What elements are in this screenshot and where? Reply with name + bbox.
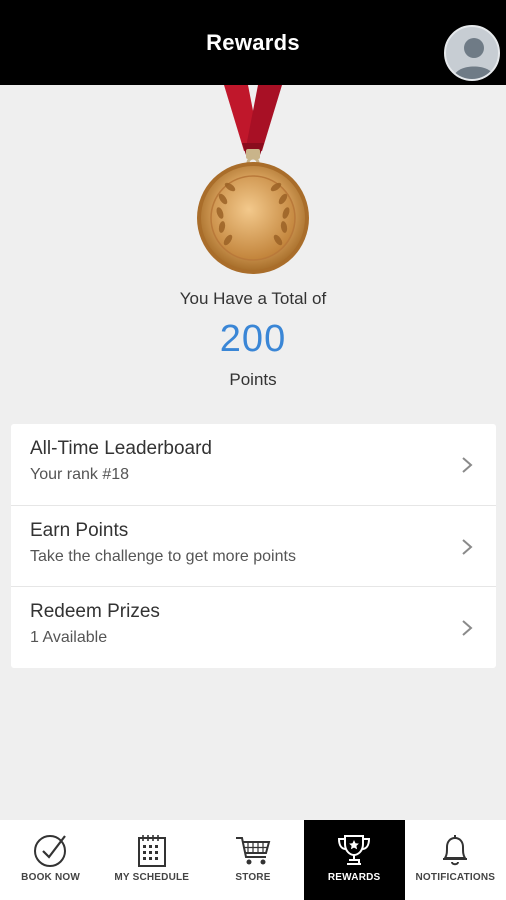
chevron-right-icon [462, 457, 473, 473]
medal-icon [197, 85, 309, 274]
tab-label: REWARDS [327, 872, 381, 883]
header-bar: Rewards [0, 0, 506, 85]
bell-icon [443, 835, 468, 866]
earn-points-title: Earn Points [30, 520, 129, 541]
tab-my-schedule[interactable]: MY SCHEDULE [101, 820, 202, 900]
check-circle-icon [33, 835, 66, 867]
points-label: You Have a Total of [179, 289, 327, 308]
avatar[interactable] [444, 25, 500, 81]
cart-icon [235, 837, 271, 865]
tab-label: STORE [235, 872, 271, 883]
chevron-right-icon [462, 620, 473, 636]
redeem-prizes-row[interactable]: Redeem Prizes 1 Available [11, 586, 496, 667]
leaderboard-row[interactable]: All-Time Leaderboard Your rank #18 [11, 424, 496, 505]
page-title: Rewards [206, 29, 300, 55]
tab-book-now[interactable]: BOOK NOW [0, 820, 101, 900]
points-unit: Points [229, 370, 277, 389]
chevron-right-icon [462, 539, 473, 555]
bottom-tab-bar: BOOK NOW MY SCHEDULE STORE REWARDS NOTIF… [0, 820, 506, 900]
leaderboard-subtitle: Your rank #18 [30, 466, 130, 483]
earn-points-subtitle: Take the challenge to get more points [30, 548, 296, 565]
tab-store[interactable]: STORE [202, 820, 303, 900]
redeem-prizes-subtitle: 1 Available [30, 629, 108, 646]
redeem-prizes-title: Redeem Prizes [30, 601, 160, 622]
points-value: 200 [219, 318, 287, 360]
tab-notifications[interactable]: NOTIFICATIONS [405, 820, 506, 900]
calendar-icon [137, 835, 166, 867]
rewards-menu: All-Time Leaderboard Your rank #18 Earn … [11, 424, 496, 668]
tab-label: MY SCHEDULE [114, 872, 190, 883]
trophy-icon [338, 835, 371, 865]
tab-rewards[interactable]: REWARDS [303, 820, 405, 900]
tab-label: NOTIFICATIONS [415, 872, 496, 883]
earn-points-row[interactable]: Earn Points Take the challenge to get mo… [11, 505, 496, 586]
tab-label: BOOK NOW [21, 872, 80, 883]
leaderboard-title: All-Time Leaderboard [30, 438, 212, 459]
